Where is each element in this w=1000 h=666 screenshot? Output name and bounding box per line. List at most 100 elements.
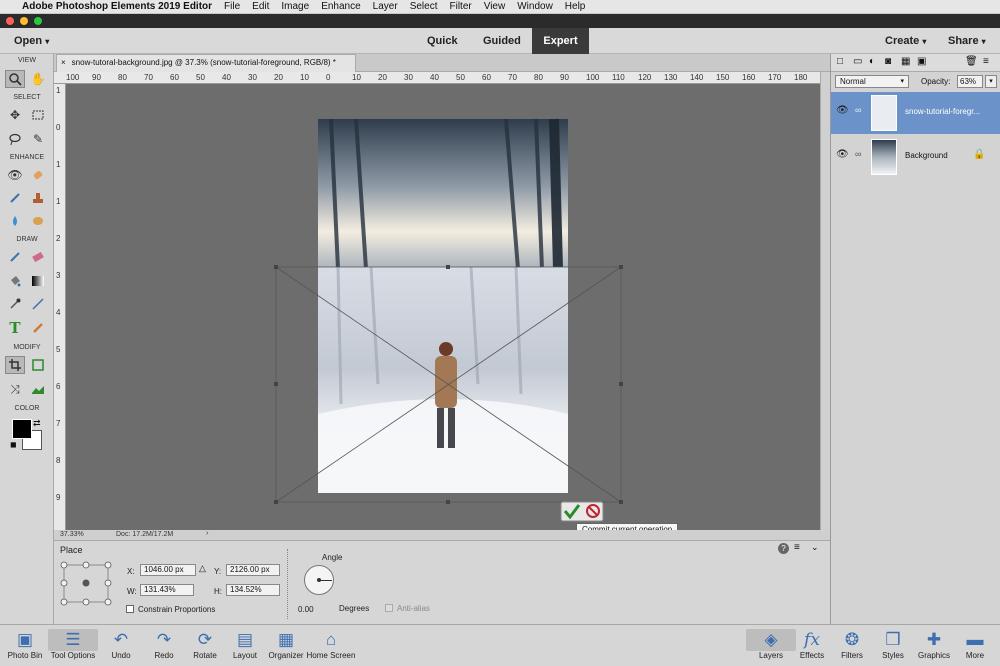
more-button[interactable]: ▬ More	[950, 629, 1000, 660]
canvas-area[interactable]: Commit current operation	[66, 84, 820, 536]
close-window-button[interactable]	[6, 17, 14, 25]
y-field[interactable]: 2126.00 px	[226, 564, 280, 576]
recompose-tool-icon[interactable]	[28, 356, 48, 374]
visibility-eye-icon[interactable]: 👁	[836, 149, 849, 160]
document-tab[interactable]: × snow-tutoral-background.jpg @ 37.3% (sn…	[56, 54, 356, 72]
content-aware-move-tool-icon[interactable]: ⤨	[5, 380, 25, 398]
menu-view[interactable]: View	[484, 1, 506, 12]
opacity-dropdown-icon[interactable]: ▾	[985, 75, 997, 88]
tool-options-icon: ☰	[48, 629, 98, 651]
bottom-taskbar: ▣ Photo Bin ☰ Tool Options ↶ Undo ↷ Redo ⟳ Ro…	[0, 624, 1000, 666]
lasso-tool-icon[interactable]	[5, 130, 25, 148]
transform-handle[interactable]	[274, 500, 278, 504]
lock-transparency-icon[interactable]: ▦	[901, 56, 910, 67]
layer-mask-icon[interactable]: ◙	[885, 56, 891, 67]
marquee-tool-icon[interactable]	[28, 106, 48, 124]
blend-mode-select[interactable]: Normal ▾	[835, 75, 909, 88]
eraser-tool-icon[interactable]	[28, 248, 48, 266]
menu-window[interactable]: Window	[517, 1, 553, 12]
guided-mode-tab[interactable]: Guided	[483, 28, 521, 54]
paint-bucket-tool-icon[interactable]	[5, 272, 25, 290]
transform-handle[interactable]	[619, 382, 623, 386]
minimize-window-button[interactable]	[20, 17, 28, 25]
menu-help[interactable]: Help	[565, 1, 586, 12]
options-menu-icon[interactable]: ≡	[794, 542, 800, 553]
straighten-tool-icon[interactable]	[28, 380, 48, 398]
gradient-tool-icon[interactable]	[28, 272, 48, 290]
quick-mode-tab[interactable]: Quick	[427, 28, 458, 54]
y-label: Y:	[214, 567, 222, 576]
line-tool-icon[interactable]	[28, 295, 48, 313]
type-tool-icon[interactable]: T	[5, 319, 25, 337]
new-layer-icon[interactable]: □	[837, 56, 843, 67]
angle-dial[interactable]	[304, 565, 334, 595]
transform-handle[interactable]	[274, 382, 278, 386]
adjustment-layer-icon[interactable]: ◐	[869, 56, 875, 67]
layer-row-background[interactable]: 👁 ∞ Background 🔒	[831, 136, 1000, 178]
menu-enhance[interactable]: Enhance	[321, 1, 360, 12]
clone-stamp-tool-icon[interactable]	[28, 189, 48, 207]
menu-bar: Adobe Photoshop Elements 2019 Editor Fil…	[0, 0, 1000, 14]
ruler-label: 70	[144, 73, 153, 82]
menu-image[interactable]: Image	[281, 1, 309, 12]
quick-selection-tool-icon[interactable]: ✎	[28, 130, 48, 148]
lock-all-icon[interactable]: ▣	[917, 56, 926, 67]
menu-filter[interactable]: Filter	[449, 1, 471, 12]
vertical-scrollbar[interactable]	[820, 72, 830, 530]
transform-handle[interactable]	[446, 500, 450, 504]
move-tool-icon[interactable]: ✥	[5, 106, 25, 124]
share-button[interactable]: Share ▾	[948, 28, 986, 54]
trash-icon[interactable]: 🗑	[965, 56, 978, 67]
photo-bin-button[interactable]: ▣ Photo Bin	[0, 629, 50, 660]
layer-row-foreground[interactable]: 👁 ∞ snow-tutorial-foregr...	[831, 92, 1000, 134]
create-button[interactable]: Create ▾	[885, 28, 926, 54]
x-field[interactable]: 1046.00 px	[140, 564, 196, 576]
w-field[interactable]: 131.43%	[140, 584, 194, 596]
opacity-field[interactable]: 63%	[957, 75, 983, 88]
ruler-label: 40	[430, 73, 439, 82]
menu-layer[interactable]: Layer	[373, 1, 398, 12]
default-colors-icon[interactable]: ◼	[10, 440, 17, 449]
ruler-label: 50	[196, 73, 205, 82]
smart-brush-tool-icon[interactable]	[5, 189, 25, 207]
chevron-down-icon[interactable]: ⌄	[811, 542, 819, 553]
anti-alias-checkbox[interactable]	[385, 604, 393, 612]
menu-file[interactable]: File	[224, 1, 240, 12]
expert-mode-tab[interactable]: Expert	[532, 28, 589, 54]
organizer-button[interactable]: ▦ Organizer	[261, 629, 311, 660]
link-icon[interactable]: ∞	[855, 149, 861, 159]
constrain-proportions-checkbox[interactable]	[126, 605, 134, 613]
transform-handle[interactable]	[274, 265, 278, 269]
panel-menu-icon[interactable]: ≡	[983, 56, 989, 67]
ruler-label: 9	[56, 493, 61, 502]
swap-colors-icon[interactable]: ⇄	[33, 418, 41, 429]
menu-select[interactable]: Select	[410, 1, 438, 12]
visibility-eye-icon[interactable]: 👁	[836, 105, 849, 116]
spot-healing-tool-icon[interactable]	[28, 166, 48, 184]
tool-options-button[interactable]: ☰ Tool Options	[48, 629, 98, 660]
menu-edit[interactable]: Edit	[252, 1, 269, 12]
toolbox-section-select: SELECT	[13, 94, 41, 101]
brush-tool-icon[interactable]	[5, 248, 25, 266]
transform-handle[interactable]	[446, 265, 450, 269]
link-icon[interactable]: ∞	[855, 105, 861, 115]
status-menu-arrow-icon[interactable]: ›	[206, 530, 208, 537]
help-icon[interactable]: ?	[778, 543, 789, 554]
transform-handle[interactable]	[619, 500, 623, 504]
new-group-icon[interactable]: ▭	[853, 56, 862, 67]
hand-tool-icon[interactable]: ✋	[28, 70, 48, 88]
zoom-window-button[interactable]	[34, 17, 42, 25]
open-button[interactable]: Open ▾	[14, 28, 49, 54]
crop-tool-icon[interactable]	[5, 356, 25, 374]
transform-handle[interactable]	[619, 265, 623, 269]
blur-tool-icon[interactable]	[5, 212, 25, 230]
close-tab-icon[interactable]: ×	[61, 58, 66, 67]
red-eye-tool-icon[interactable]: 👁	[5, 166, 25, 184]
h-field[interactable]: 134.52%	[226, 584, 280, 596]
sponge-tool-icon[interactable]	[28, 212, 48, 230]
eyedropper-tool-icon[interactable]	[5, 295, 25, 313]
zoom-tool-icon[interactable]	[5, 70, 25, 88]
reference-point-grid[interactable]	[60, 561, 116, 607]
pencil-tool-icon[interactable]	[28, 319, 48, 337]
home-screen-button[interactable]: ⌂ Home Screen	[306, 629, 356, 660]
